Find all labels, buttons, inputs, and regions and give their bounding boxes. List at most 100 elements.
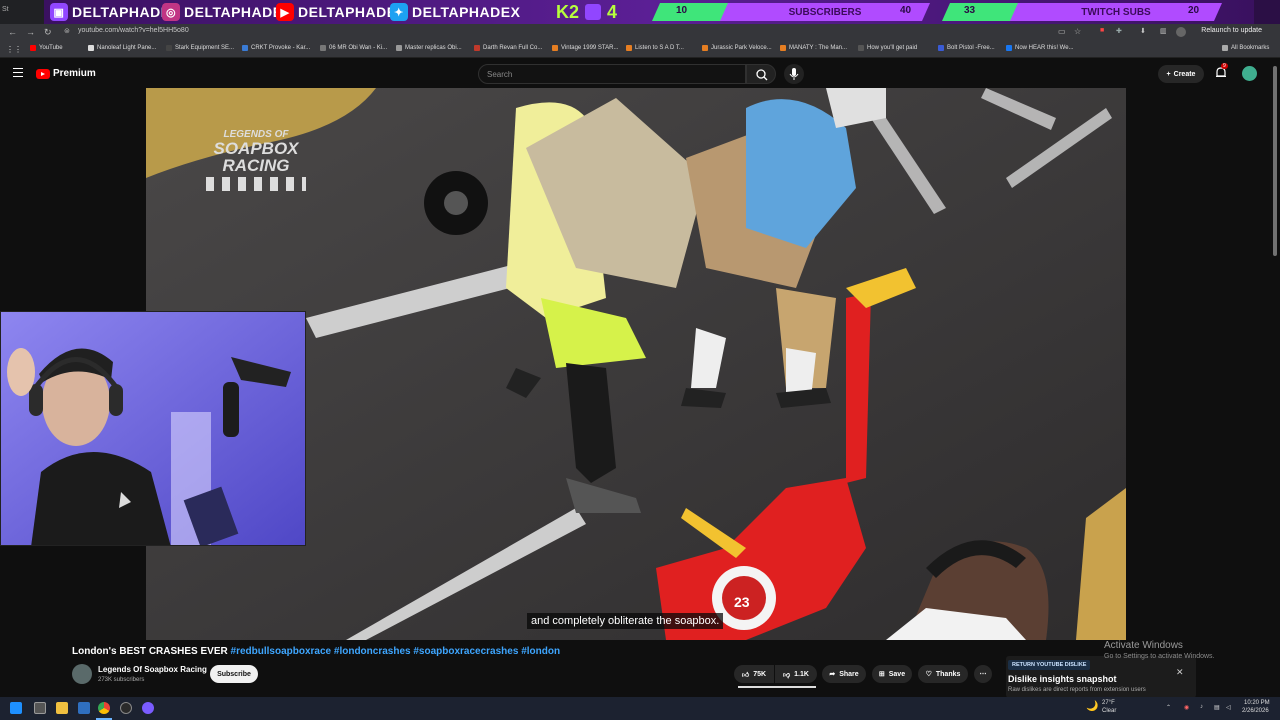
car-number: 23 bbox=[734, 594, 750, 610]
webcam-frame bbox=[1, 312, 305, 545]
chrome-icon[interactable] bbox=[98, 702, 110, 714]
search-input[interactable]: Search bbox=[478, 64, 746, 84]
twitch-handle: ▣ DELTAPHADE bbox=[50, 2, 171, 22]
bookmark-item[interactable]: Darth Revan Full Co... bbox=[474, 45, 542, 51]
bookmark-item[interactable]: MANATY : The Man... bbox=[780, 45, 847, 51]
thumbs-down-icon: 👎︎ bbox=[783, 671, 791, 679]
url-field[interactable]: youtube.com/watch?v=hel5HH5o80 bbox=[78, 27, 189, 34]
bookmark-item[interactable]: How you'll get paid bbox=[858, 45, 917, 51]
notification-badge: 9 bbox=[1221, 63, 1228, 69]
video-subtitle: and completely obliterate the soapbox. bbox=[527, 613, 724, 629]
obs-icon[interactable] bbox=[120, 702, 132, 714]
mic-tray-icon[interactable]: ♪ bbox=[1200, 704, 1203, 710]
channel-name[interactable]: Legends Of Soapbox Racing bbox=[98, 665, 207, 674]
site-info-icon[interactable]: ⊜ bbox=[64, 27, 70, 35]
subscriber-goal-current: 10 bbox=[676, 5, 688, 16]
bookmark-item[interactable]: Vintage 1999 STAR... bbox=[552, 45, 618, 51]
hamburger-menu-icon[interactable] bbox=[13, 68, 23, 77]
dislike-button[interactable]: 👎︎ 1.1K bbox=[775, 665, 817, 683]
extensions-icon[interactable]: ✚ bbox=[1116, 27, 1122, 35]
bookmark-item[interactable]: 06 MR Obi Wan - Ki... bbox=[320, 45, 387, 51]
youtube-handle: ▶ DELTAPHADE bbox=[276, 2, 397, 22]
page-scrollbar[interactable] bbox=[1273, 66, 1277, 256]
bookmark-item[interactable]: Nanoleaf Light Pane... bbox=[88, 45, 156, 51]
activate-windows-subtitle: Go to Settings to activate Windows. bbox=[1104, 653, 1215, 660]
apps-icon[interactable]: ⋮⋮ bbox=[6, 45, 22, 54]
weather-moon-icon: 🌙 bbox=[1086, 701, 1099, 712]
twitter-icon: ✦ bbox=[390, 3, 408, 21]
tray-app-icon[interactable]: ◉ bbox=[1184, 704, 1189, 711]
instagram-handle: ◎ DELTAPHADE bbox=[162, 2, 283, 22]
voice-search-button[interactable] bbox=[784, 64, 804, 84]
twitch-subs-goal-target: 20 bbox=[1188, 5, 1200, 16]
sidepanel-icon[interactable]: ▥ bbox=[1160, 27, 1167, 35]
account-avatar[interactable] bbox=[1242, 66, 1257, 81]
thanks-icon: ♡ bbox=[925, 671, 932, 678]
discord-icon[interactable] bbox=[142, 702, 154, 714]
all-bookmarks[interactable]: All Bookmarks bbox=[1222, 45, 1269, 51]
return-youtube-dislike-tag: RETURN YOUTUBE DISLIKE bbox=[1008, 660, 1091, 670]
twitter-handle: ✦ DELTAPHADEX bbox=[390, 2, 520, 22]
bookmark-item[interactable]: Stark Equipment SE... bbox=[166, 45, 234, 51]
share-icon: ➦ bbox=[829, 671, 836, 678]
forward-icon[interactable]: → bbox=[26, 27, 35, 37]
video-hashtags[interactable]: #redbullsoapboxrace #londoncrashes #soap… bbox=[231, 646, 561, 657]
downloads-icon[interactable]: ⬇ bbox=[1140, 27, 1146, 35]
dislike-panel-title: Dislike insights snapshot bbox=[1008, 674, 1117, 684]
stream-banner: St ▣ DELTAPHADE ◎ DELTAPHADE ▶ DELTAPHAD… bbox=[0, 0, 1280, 24]
create-button[interactable]: + Create bbox=[1158, 65, 1204, 83]
like-button[interactable]: 👍︎ 75K bbox=[734, 665, 774, 683]
instagram-icon: ◎ bbox=[162, 3, 180, 21]
extension-icon[interactable]: ■ bbox=[1100, 27, 1104, 34]
clock-date: 2/26/2026 bbox=[1242, 708, 1269, 714]
bookmark-item[interactable]: Now HEAR this! We... bbox=[1006, 45, 1074, 51]
share-button[interactable]: ➦ Share bbox=[822, 665, 866, 683]
browser-tab-strip[interactable]: St bbox=[0, 0, 44, 24]
save-button[interactable]: ⊞ Save bbox=[872, 665, 912, 683]
tray-chevron-icon[interactable]: ⌃ bbox=[1166, 704, 1171, 711]
mail-icon[interactable] bbox=[78, 702, 90, 714]
more-actions-button[interactable]: ⋯ bbox=[974, 665, 992, 683]
more-icon: ⋯ bbox=[979, 671, 987, 678]
save-icon: ⊞ bbox=[878, 671, 885, 678]
twitch-subs-goal-current: 33 bbox=[964, 5, 976, 16]
clock-time[interactable]: 10:20 PM bbox=[1244, 700, 1270, 706]
dislike-panel-subtitle: Raw dislikes are direct reports from ext… bbox=[1008, 687, 1146, 693]
cast-icon[interactable]: ▭ bbox=[1058, 27, 1066, 36]
bookmarks-bar: ⋮⋮ YouTube Nanoleaf Light Pane... Stark … bbox=[0, 40, 1280, 58]
youtube-premium-logo[interactable]: Premium bbox=[36, 68, 96, 79]
channel-avatar[interactable] bbox=[72, 664, 92, 684]
windows-taskbar: 🌙 27°F Clear ⌃ ◉ ♪ ▤ ◁ 10:20 PM 2/26/202… bbox=[0, 697, 1280, 720]
thanks-button[interactable]: ♡ Thanks bbox=[918, 665, 968, 683]
bookmark-item[interactable]: CRKT Provoke - Kar... bbox=[242, 45, 310, 51]
reload-icon[interactable]: ↻ bbox=[44, 27, 52, 38]
search-button[interactable] bbox=[746, 64, 776, 84]
twitch-icon: ▣ bbox=[50, 3, 68, 21]
k2-logo: K2 4 bbox=[556, 1, 618, 22]
weather-temp[interactable]: 27°F bbox=[1102, 700, 1115, 706]
bookmark-item[interactable]: Bolt Pistol -Free... bbox=[938, 45, 995, 51]
weather-desc: Clear bbox=[1102, 708, 1117, 714]
youtube-icon: ▶ bbox=[276, 3, 294, 21]
start-icon[interactable] bbox=[10, 702, 22, 714]
close-icon[interactable]: ✕ bbox=[1176, 667, 1184, 678]
notifications-button[interactable]: 9 bbox=[1214, 63, 1228, 80]
bookmark-item[interactable]: Listen to S A D T... bbox=[626, 45, 684, 51]
volume-icon[interactable]: ◁ bbox=[1226, 704, 1231, 711]
channel-subscriber-count: 273K subscribers bbox=[98, 677, 145, 683]
bookmark-star-icon[interactable]: ☆ bbox=[1074, 27, 1081, 36]
subscriber-goal-target: 40 bbox=[900, 5, 912, 16]
subscribe-button[interactable]: Subscribe bbox=[210, 665, 258, 683]
file-explorer-icon[interactable] bbox=[56, 702, 68, 714]
thumbs-up-icon: 👍︎ bbox=[741, 671, 750, 679]
bookmark-item[interactable]: Jurassic Park Veloce... bbox=[702, 45, 772, 51]
back-icon[interactable]: ← bbox=[8, 27, 17, 37]
checkered-flag bbox=[206, 177, 306, 191]
profile-icon[interactable] bbox=[1176, 27, 1186, 37]
like-ratio-bar bbox=[738, 686, 816, 688]
relaunch-button[interactable]: Relaunch to update bbox=[1201, 27, 1262, 34]
task-view-icon[interactable] bbox=[34, 702, 46, 714]
network-icon[interactable]: ▤ bbox=[1214, 704, 1220, 711]
bookmark-item[interactable]: Master replicas Obi... bbox=[396, 45, 462, 51]
bookmark-item[interactable]: YouTube bbox=[30, 45, 63, 51]
